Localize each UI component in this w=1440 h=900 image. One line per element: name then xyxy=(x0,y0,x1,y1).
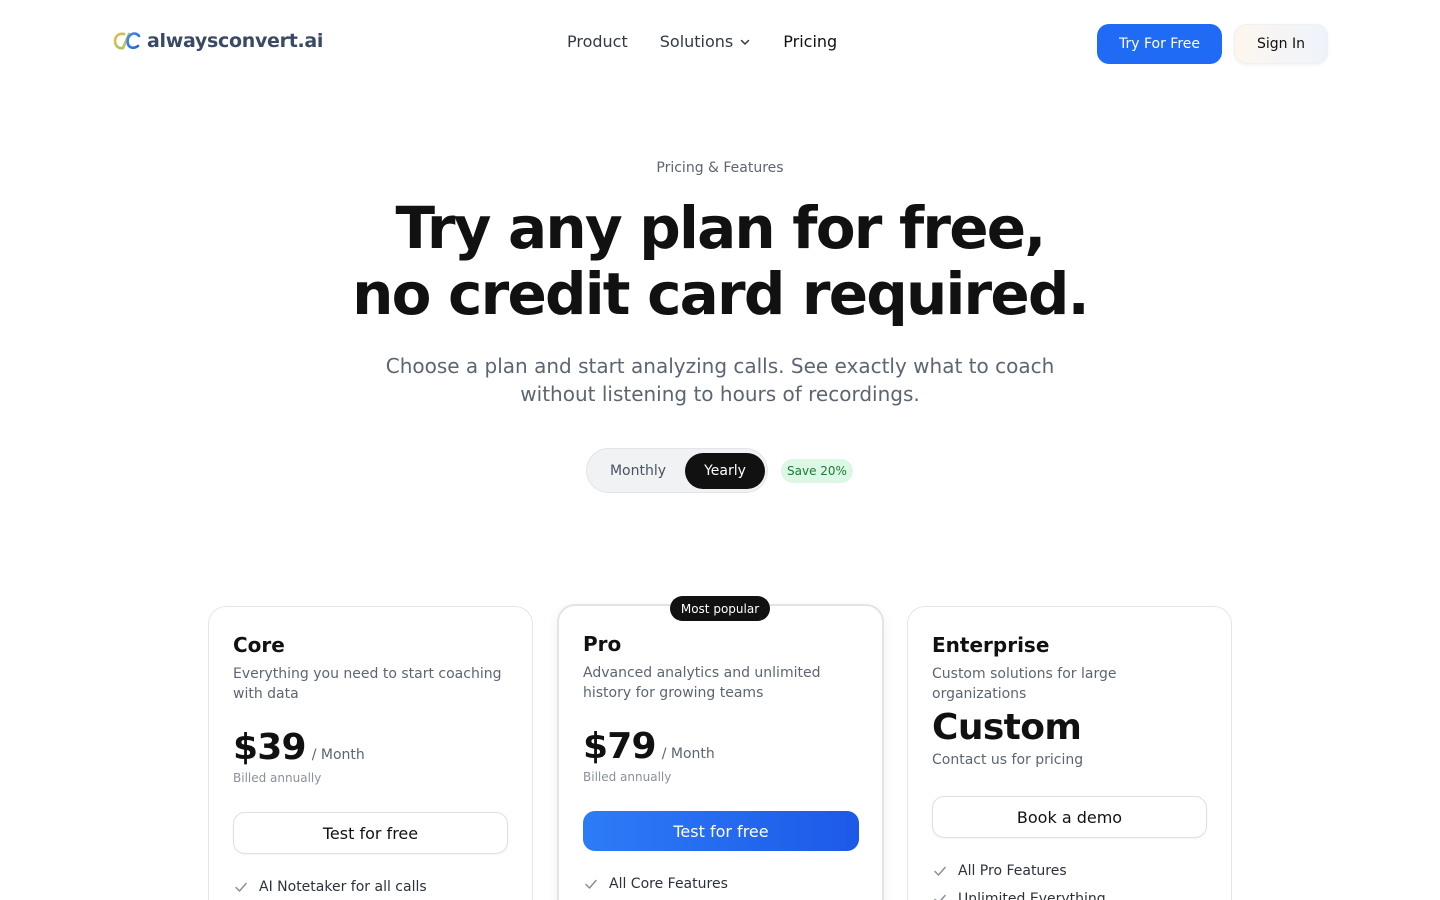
price-period: / Month xyxy=(311,747,365,763)
plan-name: Pro xyxy=(583,632,622,656)
feature-label: Unlimited Everything xyxy=(958,891,1106,900)
most-popular-badge: Most popular xyxy=(670,596,770,621)
logo-text: alwaysconvert.ai xyxy=(147,30,324,52)
toggle-yearly[interactable]: Yearly xyxy=(685,453,765,489)
feature-label: AI Notetaker for all calls xyxy=(259,879,427,895)
nav-pricing[interactable]: Pricing xyxy=(783,32,837,51)
contact-note: Contact us for pricing xyxy=(932,752,1084,768)
book-demo-button[interactable]: Book a demo xyxy=(932,796,1207,838)
check-icon xyxy=(585,879,597,889)
page-subtitle: Choose a plan and start analyzing calls.… xyxy=(385,354,1055,406)
price-period: / Month xyxy=(661,746,715,762)
page-eyebrow: Pricing & Features xyxy=(656,160,784,176)
title-line-2: no credit card required. xyxy=(352,260,1090,328)
page-title: Try any plan for free, no credit card re… xyxy=(0,195,1440,327)
plan-price: $79 xyxy=(583,726,657,767)
core-test-for-free-button[interactable]: Test for free xyxy=(233,812,508,854)
main-nav: Product Solutions Pricing xyxy=(567,32,837,51)
price-row: $39 / Month xyxy=(233,727,365,768)
billing-note: Billed annually xyxy=(233,771,322,785)
nav-product-label: Product xyxy=(567,32,628,51)
site-header: alwaysconvert.ai Product Solutions Prici… xyxy=(0,0,1440,88)
check-icon xyxy=(934,894,946,900)
check-icon xyxy=(235,882,247,892)
plan-price: Custom xyxy=(932,707,1082,748)
nav-product[interactable]: Product xyxy=(567,32,628,51)
plan-name: Enterprise xyxy=(932,633,1050,657)
save-badge: Save 20% xyxy=(781,459,853,483)
logo-mark-icon xyxy=(113,32,141,50)
feature-item: All Core Features xyxy=(583,876,728,892)
billing-note: Billed annually xyxy=(583,770,672,784)
plan-price: $39 xyxy=(233,727,307,768)
try-for-free-button[interactable]: Try For Free xyxy=(1097,24,1222,64)
price-row: $79 / Month xyxy=(583,726,715,767)
plan-card-pro: Pro Advanced analytics and unlimited his… xyxy=(557,604,884,900)
plan-card-enterprise: Enterprise Custom solutions for large or… xyxy=(907,606,1232,900)
feature-item: All Pro Features xyxy=(932,863,1067,879)
plan-card-core: Core Everything you need to start coachi… xyxy=(208,606,533,900)
feature-item: AI Notetaker for all calls xyxy=(233,879,427,895)
feature-item: Unlimited Everything xyxy=(932,891,1106,900)
title-line-1: Try any plan for free, xyxy=(395,194,1046,262)
toggle-monthly[interactable]: Monthly xyxy=(591,453,685,489)
plan-description: Everything you need to start coaching wi… xyxy=(233,666,502,702)
feature-label: All Core Features xyxy=(609,876,728,892)
nav-solutions-label: Solutions xyxy=(659,32,734,51)
billing-toggle: Monthly Yearly xyxy=(586,448,768,493)
plan-description: Advanced analytics and unlimited history… xyxy=(583,665,821,701)
logo[interactable]: alwaysconvert.ai xyxy=(113,30,323,52)
pro-test-for-free-button[interactable]: Test for free xyxy=(583,811,859,851)
plan-description: Custom solutions for large organizations xyxy=(932,666,1117,702)
nav-pricing-label: Pricing xyxy=(783,32,838,51)
plan-name: Core xyxy=(233,633,285,657)
feature-label: All Pro Features xyxy=(958,863,1067,879)
sign-in-button[interactable]: Sign In xyxy=(1234,24,1328,64)
chevron-down-icon xyxy=(741,39,750,45)
nav-solutions[interactable]: Solutions xyxy=(660,32,752,51)
check-icon xyxy=(934,866,946,876)
